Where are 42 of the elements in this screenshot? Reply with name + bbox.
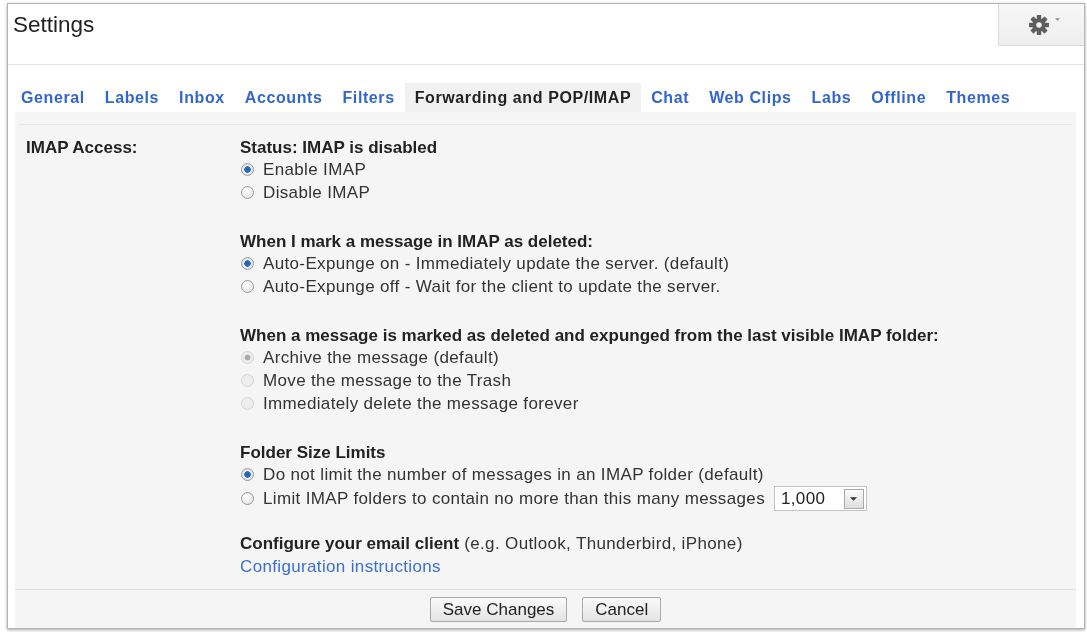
tab[interactable]: Forwarding and POP/IMAP bbox=[404, 83, 642, 112]
radio-button[interactable] bbox=[241, 468, 254, 481]
option-label: Auto-Expunge off - Wait for the client to update the server. bbox=[263, 276, 721, 298]
tab[interactable]: Accounts bbox=[234, 83, 333, 112]
radio-button[interactable] bbox=[241, 492, 254, 505]
option-label: Move the message to the Trash bbox=[263, 370, 512, 392]
option-label: Immediately delete the message forever bbox=[263, 393, 579, 415]
tab[interactable]: Themes bbox=[936, 83, 1021, 112]
count-dropdown[interactable]: 1,000 bbox=[774, 486, 867, 511]
option-label: Disable IMAP bbox=[263, 182, 371, 204]
section-heading: When I mark a message in IMAP as deleted: bbox=[240, 231, 594, 252]
tab[interactable]: Filters bbox=[332, 83, 405, 112]
option-label: Auto-Expunge on - Immediately update the server. (default) bbox=[263, 253, 730, 275]
radio-button[interactable] bbox=[241, 186, 254, 199]
window-title: Settings bbox=[13, 12, 95, 38]
section-heading: When a message is marked as deleted and expunged from the last visible IMAP folder: bbox=[240, 325, 939, 346]
radio-button[interactable] bbox=[241, 163, 254, 176]
dropdown-button[interactable] bbox=[844, 488, 864, 509]
tab[interactable]: Labels bbox=[94, 83, 170, 112]
settings-icon bbox=[1029, 14, 1049, 35]
option-label: Do not limit the number of messages in an IMAP folder (default) bbox=[263, 464, 764, 486]
radio-button[interactable] bbox=[241, 280, 254, 293]
tab[interactable]: Inbox bbox=[169, 83, 235, 112]
option-label: Limit IMAP folders to contain no more than this many messages bbox=[263, 488, 765, 510]
option-label: Archive the message (default) bbox=[263, 347, 499, 369]
tab[interactable]: Chat bbox=[641, 83, 700, 112]
info-text: Configure your email client (e.g. Outlook, Thunderbird, iPhone) bbox=[240, 533, 743, 555]
option-label: Enable IMAP bbox=[263, 159, 367, 181]
section-heading: Status: IMAP is disabled bbox=[240, 137, 438, 158]
settings-button[interactable] bbox=[998, 4, 1084, 46]
caret-icon bbox=[1055, 18, 1060, 21]
tab[interactable]: Labs bbox=[801, 83, 862, 112]
section-heading: Folder Size Limits bbox=[240, 442, 386, 463]
configuration-link[interactable]: Configuration instructions bbox=[240, 556, 441, 578]
tab[interactable]: General bbox=[11, 83, 95, 112]
action-button[interactable]: Cancel bbox=[582, 596, 662, 622]
tab[interactable]: Offline bbox=[861, 83, 937, 112]
caret-icon bbox=[850, 496, 858, 501]
radio-button[interactable] bbox=[241, 257, 254, 270]
setting-label: IMAP Access: bbox=[25, 137, 139, 158]
tab[interactable]: Web Clips bbox=[699, 83, 802, 112]
action-button[interactable]: Save Changes bbox=[429, 596, 568, 622]
